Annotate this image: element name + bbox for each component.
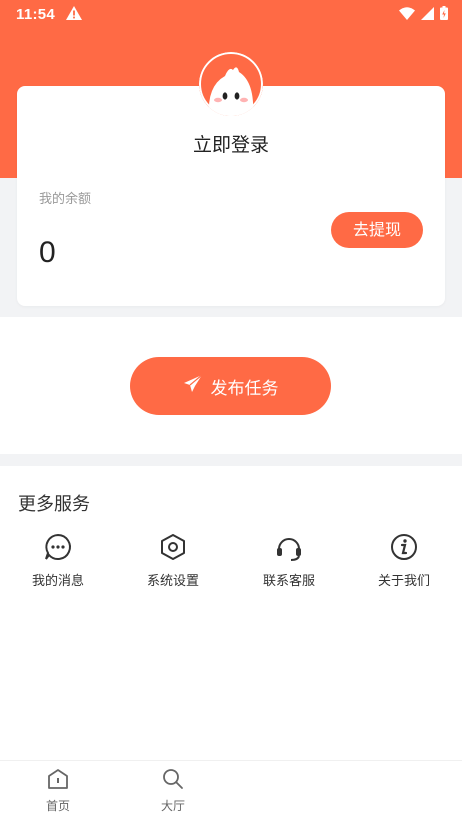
profile-card: 立即登录 我的余额 0 去提现 bbox=[17, 86, 445, 306]
login-link[interactable]: 立即登录 bbox=[17, 130, 445, 157]
signal-icon bbox=[421, 6, 434, 24]
tab-label: 首页 bbox=[45, 799, 70, 813]
tab-hall[interactable]: 大厅 bbox=[133, 767, 213, 814]
info-icon bbox=[354, 532, 454, 564]
service-label: 联系客服 bbox=[262, 574, 315, 589]
settings-hex-icon bbox=[123, 532, 223, 564]
bottom-tab-bar: 首页 大厅 bbox=[0, 760, 462, 822]
wifi-icon bbox=[399, 6, 415, 24]
services-title: 更多服务 bbox=[18, 494, 90, 515]
warning-icon bbox=[66, 6, 82, 24]
service-label: 系统设置 bbox=[146, 574, 199, 589]
avatar[interactable] bbox=[199, 52, 263, 116]
battery-icon bbox=[440, 6, 448, 24]
chat-bubble-icon bbox=[8, 532, 108, 564]
service-my-messages[interactable]: 我的消息 bbox=[8, 532, 108, 589]
tab-label: 大厅 bbox=[160, 799, 185, 813]
service-system-settings[interactable]: 系统设置 bbox=[123, 532, 223, 589]
service-about-us[interactable]: 关于我们 bbox=[354, 532, 454, 589]
paper-plane-icon bbox=[183, 374, 203, 399]
tab-home[interactable]: 首页 bbox=[18, 767, 98, 814]
search-icon bbox=[133, 767, 213, 795]
balance-value: 0 bbox=[39, 236, 56, 269]
headset-icon bbox=[239, 532, 339, 564]
status-bar: 11:54 bbox=[0, 0, 462, 28]
services-section: 更多服务 我的消息 系统设置 联系客服 关于我们 bbox=[0, 466, 462, 760]
withdraw-button[interactable]: 去提现 bbox=[331, 212, 423, 248]
publish-task-label: 发布任务 bbox=[210, 378, 279, 399]
status-time: 11:54 bbox=[16, 6, 56, 23]
service-label: 我的消息 bbox=[31, 574, 84, 589]
publish-section: 发布任务 bbox=[0, 317, 462, 454]
publish-task-button[interactable]: 发布任务 bbox=[130, 357, 331, 415]
service-label: 关于我们 bbox=[377, 574, 430, 589]
service-customer-support[interactable]: 联系客服 bbox=[239, 532, 339, 589]
home-icon bbox=[18, 767, 98, 795]
mascot-icon bbox=[199, 52, 263, 116]
balance-label: 我的余额 bbox=[39, 192, 92, 207]
